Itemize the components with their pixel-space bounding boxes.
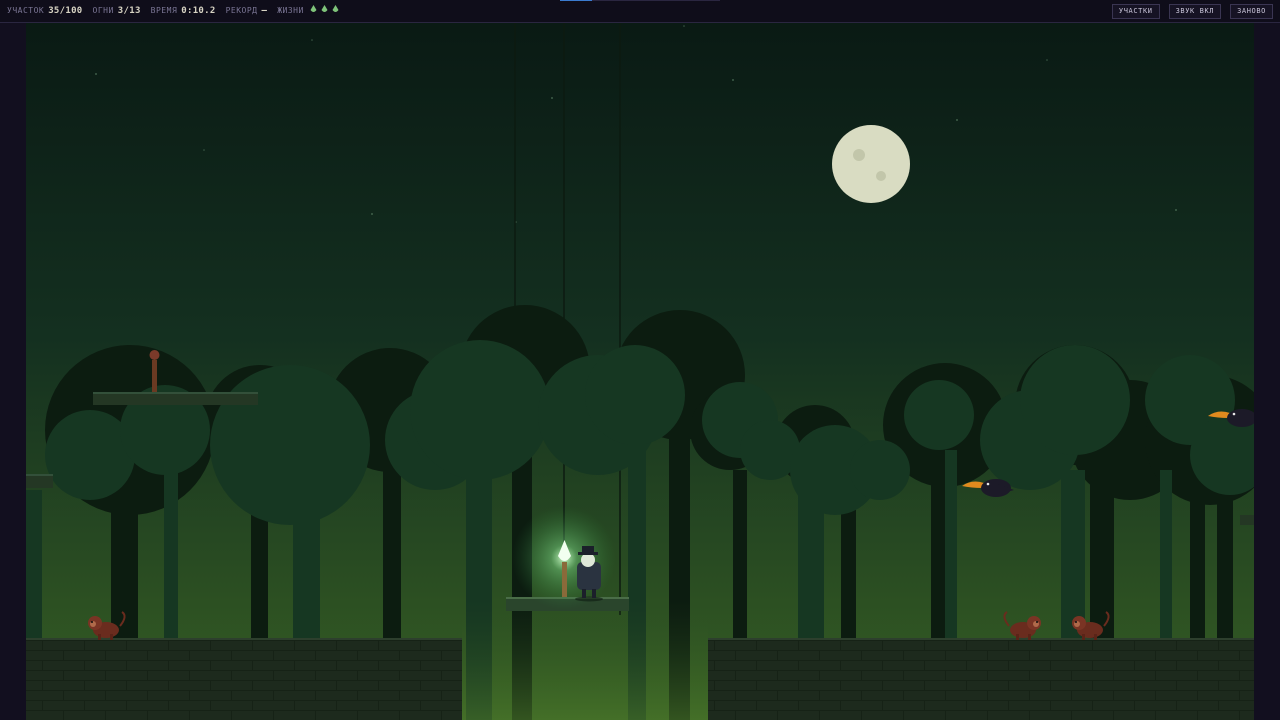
fires-value: 3/13 xyxy=(117,6,141,16)
life-flame-icon xyxy=(321,5,328,12)
ground-right xyxy=(708,638,1254,720)
lit-torch[interactable] xyxy=(512,506,616,610)
time-stat: ВРЕМЯ 0:10.2 xyxy=(151,6,216,16)
game-canvas[interactable] xyxy=(0,23,1280,720)
section-stat: УЧАСТОК 35/100 xyxy=(7,6,83,16)
hud-stats: УЧАСТОК 35/100 ОГНИ 3/13 ВРЕМЯ 0:10.2 РЕ… xyxy=(7,5,339,16)
life-flame-icon xyxy=(332,5,339,12)
lives-label: ЖИЗНИ xyxy=(277,6,304,15)
ledge-upper-left xyxy=(93,392,258,405)
sound-toggle-button[interactable]: ЗВУК ВКЛ xyxy=(1168,4,1222,19)
moon xyxy=(832,125,910,203)
section-label: УЧАСТОК xyxy=(7,6,45,15)
hud-buttons: УЧАСТКИ ЗВУК ВКЛ ЗАНОВО xyxy=(1111,4,1273,19)
ground-left xyxy=(26,638,462,720)
section-value: 35/100 xyxy=(48,6,83,16)
fires-label: ОГНИ xyxy=(92,6,114,15)
level-progress-bar xyxy=(560,0,720,1)
pit-glow xyxy=(462,600,708,720)
time-value: 0:10.2 xyxy=(181,6,216,16)
record-label: РЕКОРД xyxy=(225,6,258,15)
record-value: — xyxy=(261,6,268,16)
ledge-left-edge xyxy=(26,474,53,488)
time-label: ВРЕМЯ xyxy=(150,6,178,15)
sections-button[interactable]: УЧАСТКИ xyxy=(1111,4,1160,19)
lives-stat: ЖИЗНИ xyxy=(277,5,339,15)
frame-right xyxy=(1254,23,1280,720)
restart-button[interactable]: ЗАНОВО xyxy=(1230,4,1273,19)
level-progress-fill xyxy=(560,0,592,1)
hud-bar: УЧАСТОК 35/100 ОГНИ 3/13 ВРЕМЯ 0:10.2 РЕ… xyxy=(0,0,1280,23)
frame-left xyxy=(0,23,26,720)
ledge-right-edge xyxy=(1240,515,1254,525)
game-scene[interactable] xyxy=(0,23,1280,720)
life-flame-icon xyxy=(310,5,317,12)
lives-icons xyxy=(310,5,339,13)
fires-stat: ОГНИ 3/13 xyxy=(93,6,141,16)
record-stat: РЕКОРД — xyxy=(226,6,268,16)
